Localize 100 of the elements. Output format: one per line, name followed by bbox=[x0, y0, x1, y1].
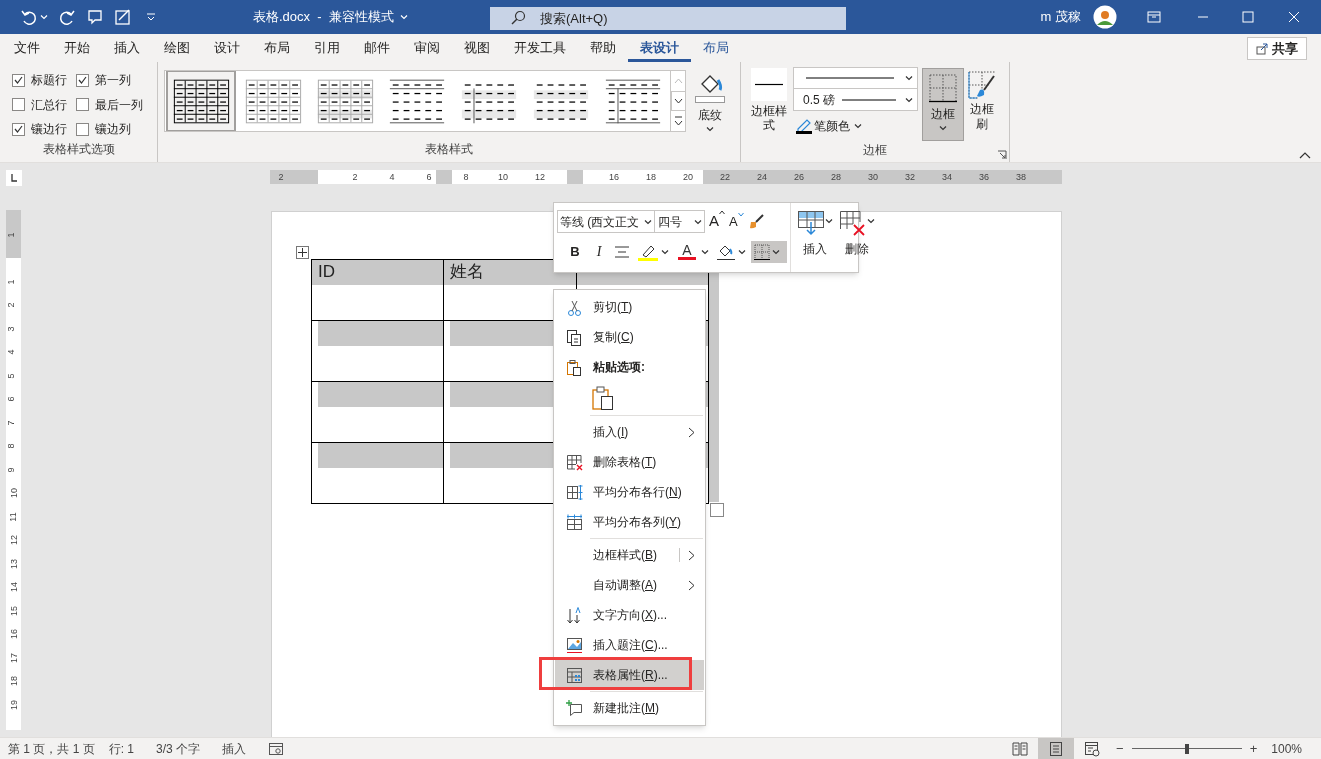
search-field[interactable]: 搜索(Alt+Q) bbox=[490, 7, 846, 30]
menu-item[interactable]: 自动调整(A) bbox=[555, 570, 704, 600]
collapse-ribbon-icon[interactable] bbox=[1299, 151, 1311, 159]
ribbon-tab[interactable]: 布局 bbox=[691, 36, 741, 62]
ruler-number: 18 bbox=[646, 171, 656, 184]
menu-item[interactable]: 复制(C) bbox=[555, 322, 704, 352]
redo-icon[interactable] bbox=[58, 8, 76, 26]
view-button[interactable] bbox=[1038, 737, 1075, 759]
delete-button[interactable]: 删除 bbox=[839, 210, 875, 272]
text-direction-icon bbox=[566, 606, 583, 624]
macro-record-icon[interactable] bbox=[268, 741, 285, 756]
insert-button[interactable]: 插入 bbox=[797, 210, 833, 272]
ribbon-tab[interactable]: 引用 bbox=[302, 36, 352, 62]
ribbon-tab[interactable]: 插入 bbox=[102, 36, 152, 62]
dialog-launcher-icon[interactable] bbox=[997, 150, 1007, 160]
italic-button[interactable]: I bbox=[590, 241, 608, 262]
table-move-handle-icon[interactable] bbox=[296, 246, 309, 259]
font-color-button[interactable]: A bbox=[677, 243, 697, 260]
checkbox[interactable] bbox=[76, 122, 89, 136]
ribbon-tab[interactable]: 审阅 bbox=[402, 36, 452, 62]
line-weight-dropdown[interactable]: 0.5 磅 bbox=[793, 89, 918, 111]
checkbox-label: 镶边列 bbox=[95, 121, 131, 139]
scroll-down-icon[interactable] bbox=[671, 91, 686, 111]
border-styles-button[interactable]: 边框样式 bbox=[749, 68, 789, 141]
font-size-combobox[interactable]: 四号 bbox=[655, 210, 705, 233]
ruler-number: 15 bbox=[9, 605, 19, 616]
insert-mode[interactable]: 插入 bbox=[222, 739, 247, 758]
pen-color-button[interactable]: 笔颜色 bbox=[796, 117, 918, 135]
borders-button[interactable] bbox=[751, 240, 787, 263]
zoom-in-button[interactable]: + bbox=[1249, 738, 1258, 759]
menu-item[interactable]: 插入题注(C)... bbox=[555, 630, 704, 660]
zoom-slider[interactable] bbox=[1131, 742, 1242, 755]
ribbon-display-icon[interactable] bbox=[1147, 11, 1161, 23]
ribbon-tab[interactable]: 开发工具 bbox=[502, 36, 578, 62]
checkbox[interactable] bbox=[12, 73, 25, 87]
shrink-font-button[interactable]: A bbox=[729, 211, 744, 232]
menu-item[interactable]: 平均分布各行(N) bbox=[555, 477, 704, 507]
ruler-number: 4 bbox=[7, 349, 16, 355]
ribbon-tab[interactable]: 文件 bbox=[2, 36, 52, 62]
line-number: 行: 1 bbox=[108, 740, 135, 758]
customize-caret-icon[interactable] bbox=[146, 13, 156, 21]
grow-font-button[interactable]: A bbox=[709, 210, 725, 233]
menu-item[interactable]: 表格属性(R)... bbox=[555, 660, 704, 690]
caret-icon bbox=[644, 218, 652, 225]
shading-button[interactable]: 底纹 bbox=[692, 70, 728, 140]
check-icon bbox=[14, 125, 23, 134]
align-center-icon[interactable] bbox=[614, 244, 630, 259]
ribbon-tab[interactable]: 设计 bbox=[202, 36, 252, 62]
ribbon-tab[interactable]: 视图 bbox=[452, 36, 502, 62]
table-style-thumbnail[interactable] bbox=[166, 71, 236, 131]
ribbon-tab[interactable]: 帮助 bbox=[578, 36, 628, 62]
line-style-dropdown[interactable] bbox=[793, 67, 918, 89]
checkbox[interactable] bbox=[76, 98, 89, 112]
checkbox[interactable] bbox=[12, 98, 25, 112]
menu-item[interactable]: 插入(I) bbox=[555, 417, 704, 447]
paste-icon[interactable] bbox=[591, 385, 615, 411]
borders-button[interactable]: 边框 bbox=[922, 68, 964, 141]
caret-icon[interactable] bbox=[40, 14, 48, 20]
ruler-number: 4 bbox=[389, 171, 395, 184]
ruler-number: 12 bbox=[535, 171, 545, 184]
ruler-number: 14 bbox=[9, 582, 19, 592]
borders-icon bbox=[928, 73, 958, 103]
chevron-right-icon bbox=[688, 427, 695, 438]
caret-icon bbox=[738, 248, 746, 255]
border-painter-button[interactable]: 边框刷 bbox=[968, 70, 996, 141]
menu-item[interactable]: 文字方向(X)... bbox=[555, 600, 704, 630]
ruler-number: 11 bbox=[9, 511, 19, 522]
zoom-out-button[interactable]: − bbox=[1116, 738, 1124, 759]
checkbox-label: 镶边行 bbox=[31, 121, 67, 139]
format-painter-icon[interactable] bbox=[747, 213, 765, 230]
group-label: 表格样式 bbox=[425, 141, 473, 158]
ruler-number: 36 bbox=[979, 171, 989, 184]
slider-thumb[interactable] bbox=[1184, 743, 1189, 754]
ribbon-tab[interactable]: 绘图 bbox=[152, 36, 202, 62]
ribbon-tab[interactable]: 邮件 bbox=[352, 36, 402, 62]
menu-item[interactable]: 边框样式(B) bbox=[555, 540, 704, 570]
caret-icon bbox=[905, 96, 914, 103]
menu-item[interactable]: 新建批注(M) bbox=[555, 693, 704, 723]
share-button[interactable]: 共享 bbox=[1247, 37, 1307, 60]
tab-selector-icon[interactable] bbox=[6, 170, 22, 186]
ruler-number: 22 bbox=[720, 171, 730, 184]
checkbox[interactable] bbox=[12, 122, 25, 136]
menu-item[interactable]: 删除表格(T) bbox=[555, 447, 704, 477]
ruler-number: 8 bbox=[7, 443, 16, 449]
menu-item[interactable]: 平均分布各列(Y) bbox=[555, 507, 704, 537]
ruler-number: 24 bbox=[757, 171, 767, 184]
maximize-icon[interactable] bbox=[1242, 11, 1254, 23]
undo-icon[interactable] bbox=[20, 8, 38, 26]
ribbon-tab[interactable]: 布局 bbox=[252, 36, 302, 62]
checkbox[interactable] bbox=[76, 73, 89, 87]
table-resize-handle-icon[interactable] bbox=[710, 503, 724, 517]
delete-table-icon bbox=[839, 210, 867, 236]
insert-table-icon bbox=[797, 210, 825, 236]
ribbon-tab[interactable]: 开始 bbox=[52, 36, 102, 62]
print-view-icon bbox=[1048, 740, 1065, 757]
zoom-percent[interactable]: 100% bbox=[1271, 739, 1302, 758]
close-icon[interactable] bbox=[1288, 11, 1300, 23]
distribute-rows-icon bbox=[566, 483, 583, 501]
font-combobox[interactable]: 等线 (西文正文 bbox=[557, 210, 655, 233]
bold-button[interactable]: B bbox=[566, 241, 584, 262]
